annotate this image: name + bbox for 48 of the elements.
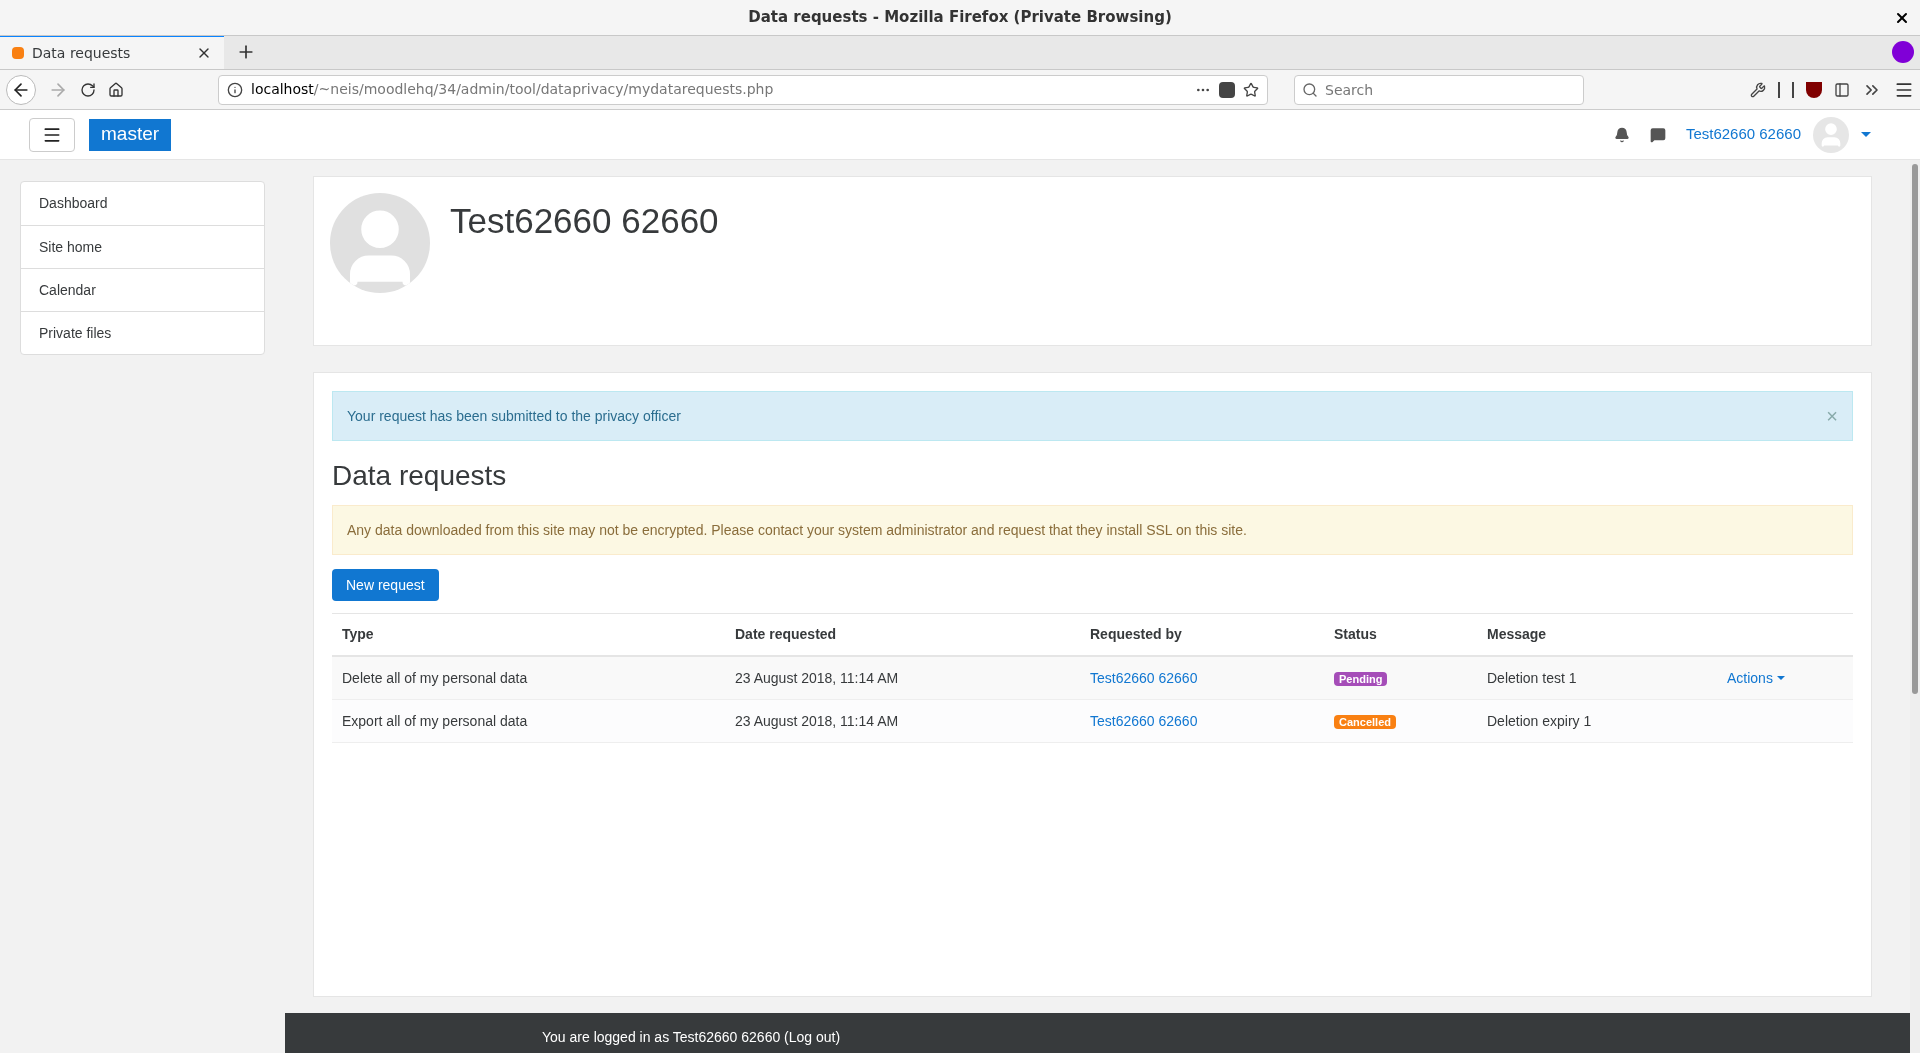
sidebar-item[interactable]: Calendar xyxy=(21,268,264,311)
table-cell: Deletion test 1 xyxy=(1487,669,1577,686)
reload-icon[interactable] xyxy=(80,81,96,98)
window-title: Data requests - Mozilla Firefox (Private Browsing) xyxy=(748,7,1172,29)
site-brand[interactable]: master xyxy=(89,118,172,151)
url-text: localhost/~neis/moodlehq/34/admin/tool/dataprivacy/mydatarequests.php xyxy=(251,80,775,99)
sidebar-item[interactable]: Site home xyxy=(21,225,264,268)
page-heading: Data requests xyxy=(332,459,507,493)
logout-link[interactable]: (Log out) xyxy=(784,1029,841,1045)
warning-message: Any data downloaded from this site may not be encrypted. Please contact your system administrator and request that they install SSL on this site. xyxy=(347,520,1247,540)
column-header: Status xyxy=(1333,625,1378,644)
search-icon xyxy=(1302,81,1318,98)
column-header: Date requested xyxy=(734,625,838,644)
home-icon[interactable] xyxy=(108,81,124,98)
user-link[interactable]: Test62660 62660 xyxy=(1090,712,1198,729)
column-header: Type xyxy=(341,625,375,644)
status-badge: Pending xyxy=(1334,671,1388,686)
address-bar[interactable]: localhost/~neis/moodlehq/34/admin/tool/dataprivacy/mydatarequests.php xyxy=(218,74,1268,105)
info-icon[interactable] xyxy=(227,81,243,98)
new-request-button[interactable]: New request xyxy=(332,569,439,601)
table-cell: 23 August 2018, 11:14 AM xyxy=(735,712,899,729)
tab-title: Data requests xyxy=(32,43,132,63)
status-badge: Cancelled xyxy=(1334,714,1396,729)
table-cell: Deletion expiry 1 xyxy=(1487,712,1592,729)
column-header: Requested by xyxy=(1089,625,1183,644)
message-icon[interactable] xyxy=(1649,126,1666,143)
column-header: Message xyxy=(1486,625,1548,644)
user-menu-link[interactable]: Test62660 62660 xyxy=(1685,123,1801,146)
alert-message: Your request has been submitted to the privacy officer xyxy=(347,406,681,426)
search-field[interactable]: Search xyxy=(1294,74,1584,105)
browser-tab[interactable]: Data requests xyxy=(0,35,224,69)
footer-text: You are logged in as Test62660 62660 (Log out) xyxy=(542,1029,841,1045)
user-link[interactable]: Test62660 62660 xyxy=(1090,669,1198,686)
menu-toggle-button[interactable] xyxy=(29,117,75,152)
caret-icon[interactable] xyxy=(1861,132,1871,137)
bookmark-star-icon[interactable] xyxy=(1243,81,1259,98)
actions-menu-link[interactable]: Actions xyxy=(1717,667,1795,689)
sidebar-item[interactable]: Dashboard xyxy=(21,182,264,225)
table-cell: Export all of my personal data xyxy=(342,712,528,729)
sidebar-item[interactable]: Private files xyxy=(21,311,264,354)
table-cell: Delete all of my personal data xyxy=(342,669,528,686)
bell-icon[interactable] xyxy=(1613,126,1630,143)
shield-icon[interactable] xyxy=(1806,81,1822,98)
back-button[interactable] xyxy=(6,74,36,105)
table-cell: 23 August 2018, 11:14 AM xyxy=(735,669,899,686)
sidebar-icon[interactable] xyxy=(1834,81,1850,98)
user-name-heading: Test62660 62660 xyxy=(450,200,719,242)
wrench-icon[interactable] xyxy=(1750,81,1766,98)
